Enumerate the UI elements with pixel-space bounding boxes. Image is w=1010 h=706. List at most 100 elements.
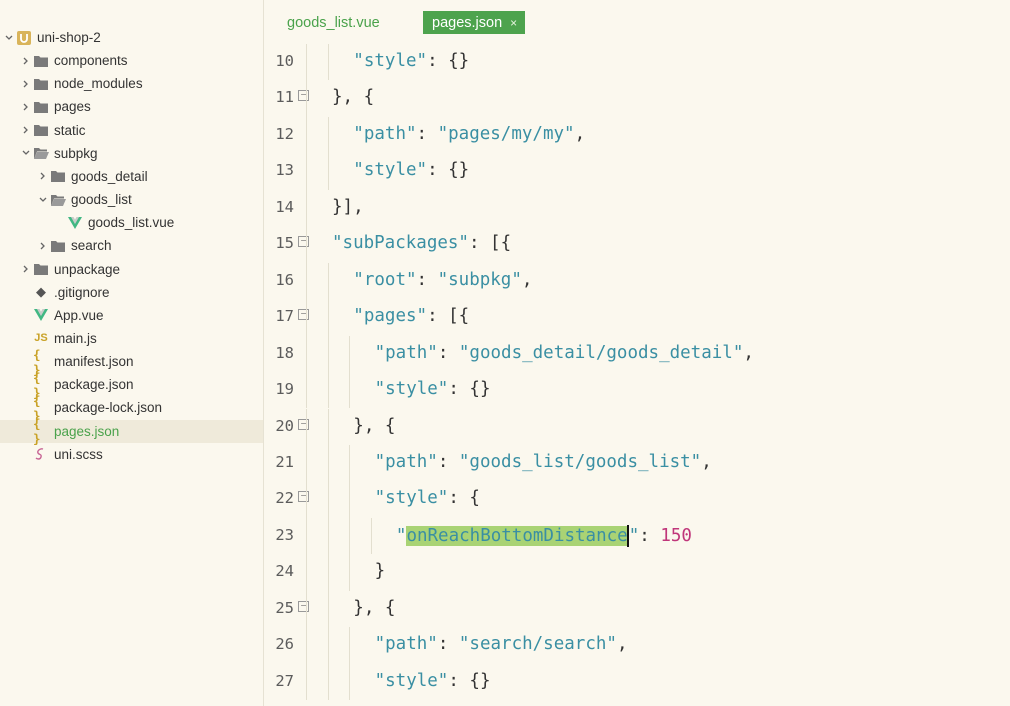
chevron-right-icon[interactable] bbox=[19, 80, 33, 88]
code-text: "path": "goods_detail/goods_detail", bbox=[375, 343, 754, 363]
tree-item-label: pages.json bbox=[54, 423, 120, 439]
code-token: : bbox=[416, 123, 438, 144]
code-token: : {} bbox=[448, 670, 491, 691]
indent-guide bbox=[306, 299, 307, 336]
code-line[interactable]: 26 "path": "search/search", bbox=[264, 627, 1010, 664]
tree-item-label: goods_list bbox=[71, 192, 132, 208]
code-line[interactable]: 24} bbox=[264, 554, 1010, 591]
code-line[interactable]: 23 "onReachBottomDistance": 150 bbox=[264, 517, 1010, 555]
code-token: : bbox=[437, 634, 459, 655]
code-line[interactable]: 15− "subPackages": [{ bbox=[264, 226, 1010, 263]
tree-item[interactable]: goods_list bbox=[0, 188, 263, 211]
line-number: 11 bbox=[275, 88, 294, 107]
json-icon: { } bbox=[33, 392, 41, 423]
indent-guide bbox=[328, 517, 329, 555]
code-line[interactable]: 18 "path": "goods_detail/goods_detail", bbox=[264, 335, 1010, 373]
code-line[interactable]: 21 "path": "goods_list/goods_list", bbox=[264, 444, 1010, 482]
tree-item[interactable]: ◆ .gitignore bbox=[0, 281, 263, 304]
code-line[interactable]: 12 "path": "pages/my/my", bbox=[264, 116, 1010, 154]
line-number: 26 bbox=[275, 635, 294, 654]
code-line[interactable]: 19 "style": {} bbox=[264, 372, 1010, 409]
indent-guide bbox=[306, 444, 307, 482]
selected-text: onReachBottomDistance bbox=[406, 525, 628, 546]
git-icon: ◆ bbox=[36, 284, 46, 300]
tree-item-label: package.json bbox=[54, 377, 134, 393]
tree-item[interactable]: App.vue bbox=[0, 304, 263, 327]
indent-guide bbox=[328, 444, 329, 482]
code-editor[interactable]: 10 "style": {} 11−}, {12 "path": "pages/my/… bbox=[264, 44, 1010, 706]
line-number: 13 bbox=[275, 161, 294, 180]
code-text: }, { bbox=[353, 416, 395, 436]
line-number: 25 bbox=[275, 598, 294, 617]
tree-item[interactable]: unpackage bbox=[0, 258, 263, 281]
tree-item-label: unpackage bbox=[54, 261, 121, 277]
code-line[interactable]: 25−}, { bbox=[264, 590, 1010, 628]
tree-item[interactable]: uni-shop-2 bbox=[0, 26, 263, 49]
code-token: 150 bbox=[660, 525, 692, 546]
code-text: "path": "pages/my/my", bbox=[353, 124, 585, 144]
code-line[interactable]: 27 "style": {} bbox=[264, 663, 1010, 701]
fold-toggle-icon[interactable]: − bbox=[298, 90, 309, 102]
indent-guide bbox=[349, 663, 351, 701]
code-line[interactable]: 16 "root": "subpkg", bbox=[264, 262, 1010, 300]
code-line[interactable]: 20−}, { bbox=[264, 408, 1010, 445]
tree-item[interactable]: { } pages.json bbox=[0, 416, 263, 446]
tree-item-label: .gitignore bbox=[54, 284, 110, 300]
indent-guide bbox=[349, 517, 351, 555]
code-token: "search/search" bbox=[458, 634, 617, 655]
fold-toggle-icon[interactable]: − bbox=[298, 491, 309, 503]
tree-item[interactable]: components bbox=[0, 49, 263, 72]
indent-guide bbox=[349, 372, 351, 409]
chevron-right-icon[interactable] bbox=[19, 126, 33, 134]
code-text: "path": "search/search", bbox=[375, 634, 628, 654]
indent-guide bbox=[370, 517, 372, 555]
chevron-right-icon[interactable] bbox=[19, 103, 33, 111]
chevron-right-icon[interactable] bbox=[19, 57, 33, 65]
tree-item[interactable]: static bbox=[0, 119, 263, 142]
code-line[interactable]: 22− "style": { bbox=[264, 481, 1010, 518]
code-line[interactable]: 10 "style": {} bbox=[264, 44, 1010, 81]
fold-toggle-icon[interactable]: − bbox=[298, 236, 309, 248]
chevron-right-icon[interactable] bbox=[36, 242, 50, 250]
code-token: , bbox=[616, 634, 628, 655]
fold-toggle-icon[interactable]: − bbox=[298, 309, 309, 321]
close-tab-icon[interactable]: × bbox=[510, 16, 517, 30]
tree-item[interactable]: subpkg bbox=[0, 142, 263, 165]
tree-item[interactable]: node_modules bbox=[0, 72, 263, 95]
indent-guide bbox=[328, 481, 329, 518]
code-token: , bbox=[743, 342, 754, 363]
tab-goods-list-vue[interactable]: goods_list.vue bbox=[287, 11, 380, 34]
tree-item[interactable]: search bbox=[0, 234, 263, 257]
indent-guide bbox=[306, 663, 307, 701]
tab-pages-json[interactable]: pages.json × bbox=[423, 11, 526, 34]
chevron-down-icon[interactable] bbox=[36, 197, 50, 203]
indent-guide bbox=[349, 444, 351, 482]
chevron-down-icon[interactable] bbox=[19, 150, 33, 156]
code-token: "path" bbox=[374, 634, 438, 655]
code-token: } bbox=[374, 561, 386, 582]
indent-guide bbox=[328, 408, 329, 445]
chevron-right-icon[interactable] bbox=[36, 172, 50, 180]
code-line[interactable]: 13 "style": {} bbox=[264, 153, 1010, 190]
code-line[interactable]: 14}], bbox=[264, 189, 1010, 227]
chevron-down-icon[interactable] bbox=[2, 35, 16, 41]
indent-guide bbox=[349, 481, 351, 518]
chevron-right-icon[interactable] bbox=[19, 265, 33, 273]
tree-item[interactable]: uni.scss bbox=[0, 443, 263, 466]
tree-item[interactable]: pages bbox=[0, 95, 263, 118]
code-text: }, { bbox=[332, 87, 374, 107]
tree-item-label: goods_detail bbox=[71, 168, 148, 184]
code-token: "path" bbox=[353, 123, 417, 144]
code-line[interactable]: 17− "pages": [{ bbox=[264, 299, 1010, 336]
folder-icon bbox=[33, 76, 49, 92]
fold-toggle-icon[interactable]: − bbox=[298, 418, 309, 430]
uni-project-icon bbox=[16, 30, 32, 46]
code-text: "root": "subpkg", bbox=[353, 270, 532, 290]
code-line[interactable]: 11− }, { bbox=[264, 80, 1010, 117]
fold-toggle-icon[interactable]: − bbox=[298, 600, 309, 612]
tree-item[interactable]: goods_list.vue bbox=[0, 211, 263, 234]
indent-guide bbox=[349, 554, 351, 591]
tab-label: pages.json bbox=[432, 14, 503, 31]
tree-item[interactable]: goods_detail bbox=[0, 165, 263, 188]
code-text: "style": {} bbox=[353, 51, 469, 71]
